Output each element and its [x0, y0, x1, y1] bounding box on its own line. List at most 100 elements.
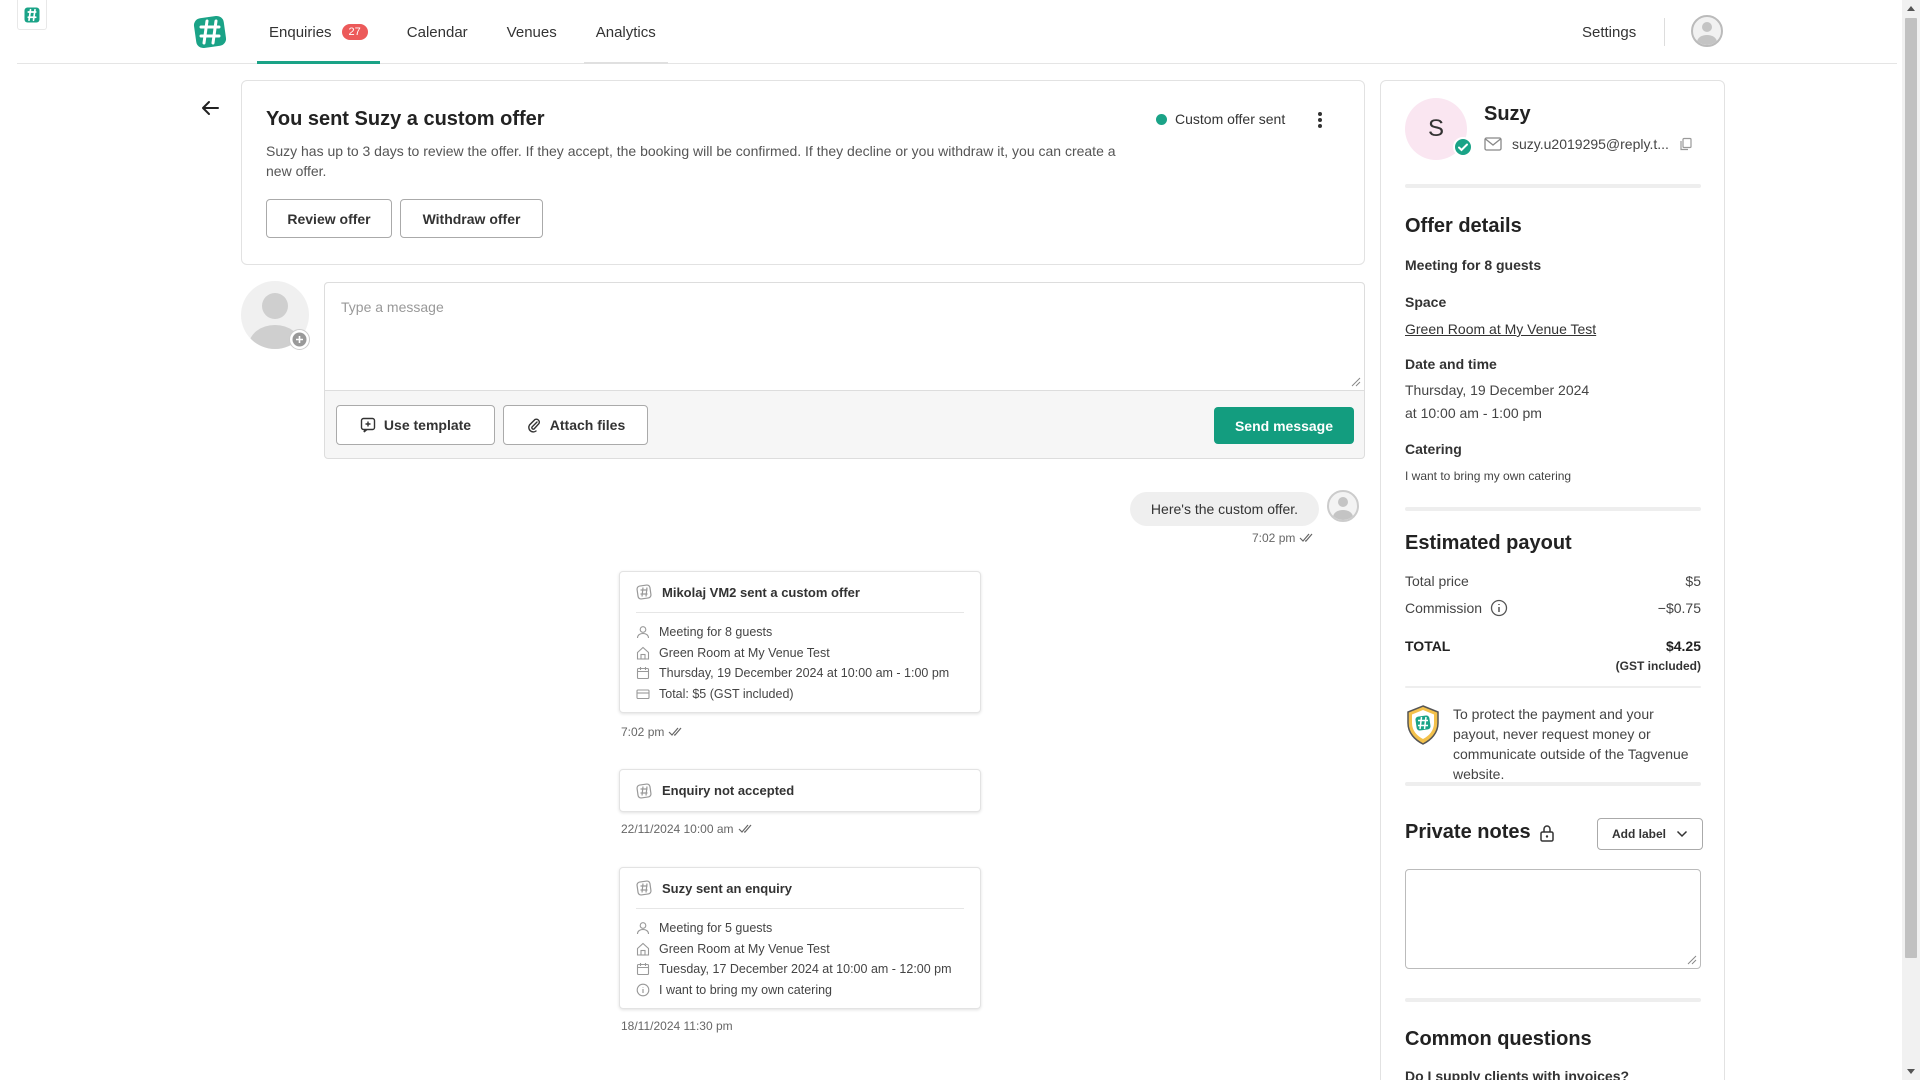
catering-label: Catering: [1405, 441, 1462, 457]
tagvenue-mark-icon: [636, 782, 652, 799]
add-label-text: Add label: [1611, 827, 1666, 841]
message-input[interactable]: Type a message: [325, 283, 1364, 391]
calendar-icon: [636, 667, 650, 680]
venue-icon: [636, 942, 650, 956]
nav-venues-label: Venues: [506, 23, 557, 41]
nav-analytics-label: Analytics: [595, 23, 656, 41]
nav-enquiries-label: Enquiries: [269, 23, 332, 41]
use-template-button[interactable]: Use template: [336, 405, 495, 445]
message-time: 7:02 pm: [1252, 531, 1296, 545]
time-value: at 10:00 am - 1:00 pm: [1405, 405, 1542, 421]
enquiry-not-accepted-card: Enquiry not accepted: [619, 769, 981, 812]
enquiry-card-body: Meeting for 5 guests Green Room at My Ve…: [620, 909, 980, 1008]
divider: [1405, 686, 1701, 688]
double-check-icon: [738, 824, 752, 833]
card-timestamp: 7:02 pm: [621, 725, 684, 739]
total-label: TOTAL: [1405, 638, 1451, 654]
faq-question[interactable]: Do I supply clients with invoices?: [1405, 1068, 1629, 1080]
review-offer-button[interactable]: Review offer: [266, 199, 392, 238]
commission-label-group: Commission: [1405, 599, 1508, 617]
tagvenue-mark-icon: [636, 584, 652, 600]
tagvenue-mark-icon: [636, 880, 652, 896]
card-timestamp: 18/11/2024 11:30 pm: [621, 1019, 733, 1033]
scroll-down-arrow-icon[interactable]: [1907, 1069, 1915, 1074]
card-time: 22/11/2024 10:00 am: [621, 822, 734, 836]
message-timestamp: 7:02 pm: [1252, 531, 1315, 545]
client-name: Suzy: [1484, 103, 1531, 125]
nav-analytics[interactable]: Analytics: [583, 0, 668, 64]
lock-icon: [1539, 824, 1554, 842]
card-timestamp: 22/11/2024 10:00 am: [621, 822, 754, 836]
custom-offer-card-title: Mikolaj VM2 sent a custom offer: [662, 584, 860, 600]
total-row: TOTAL $4.25: [1405, 638, 1701, 654]
enquiry-catering-text: I want to bring my own catering: [659, 982, 832, 997]
mail-icon: [1484, 137, 1502, 151]
attach-files-button[interactable]: Attach files: [503, 405, 648, 445]
list-item: Total: $5 (GST included): [636, 684, 964, 705]
calendar-icon: [636, 963, 650, 976]
copy-icon[interactable]: [1679, 137, 1693, 151]
nav-venues[interactable]: Venues: [495, 0, 569, 64]
commission-row: Commission −$0.75: [1405, 599, 1701, 617]
meeting-summary: Meeting for 8 guests: [1405, 257, 1542, 273]
tagvenue-logo-icon[interactable]: [192, 14, 228, 50]
list-item: I want to bring my own catering: [636, 980, 964, 1001]
offer-status: Custom offer sent: [1156, 111, 1285, 127]
enquiries-count-badge: 27: [341, 24, 368, 40]
offer-total-text: Total: $5 (GST included): [659, 686, 794, 701]
list-item: Thursday, 19 December 2024 at 10:00 am -…: [636, 663, 964, 684]
offer-guests-text: Meeting for 8 guests: [659, 625, 773, 640]
commission-label: Commission: [1405, 600, 1483, 616]
header-separator: [1664, 18, 1665, 46]
offer-status-label: Custom offer sent: [1175, 111, 1286, 127]
card-icon: [636, 689, 650, 699]
divider: [1405, 184, 1701, 188]
nav-enquiries[interactable]: Enquiries 27: [257, 0, 380, 64]
info-icon: [636, 983, 650, 997]
nav-calendar[interactable]: Calendar: [395, 0, 480, 64]
custom-offer-card-body: Meeting for 8 guests Green Room at My Ve…: [620, 613, 980, 712]
paperclip-icon: [527, 418, 540, 433]
main-nav: Enquiries 27 Calendar Venues Analytics: [257, 0, 683, 64]
settings-link[interactable]: Settings: [1582, 24, 1636, 41]
offer-title: You sent Suzy a custom offer: [266, 108, 545, 130]
resize-handle-icon[interactable]: [1351, 377, 1361, 387]
shield-icon: [1405, 704, 1441, 746]
date-value: Thursday, 19 December 2024: [1405, 382, 1590, 398]
nav-calendar-label: Calendar: [406, 23, 468, 41]
chevron-down-icon: [1676, 830, 1688, 838]
resize-handle-icon[interactable]: [1687, 955, 1697, 965]
scrollbar-thumb[interactable]: [1905, 18, 1917, 958]
add-photo-icon[interactable]: [289, 329, 310, 350]
offer-status-card: You sent Suzy a custom offer Suzy has up…: [241, 80, 1365, 265]
venue-icon: [636, 646, 650, 660]
total-value: $4.25: [1665, 638, 1701, 654]
card-time: 7:02 pm: [621, 725, 665, 739]
private-notes-textarea[interactable]: [1405, 869, 1701, 969]
top-header: Enquiries 27 Calendar Venues Analytics S…: [17, 0, 1897, 64]
scroll-up-arrow-icon[interactable]: [1907, 6, 1915, 11]
space-label: Space: [1405, 294, 1447, 310]
user-avatar[interactable]: [1691, 15, 1723, 47]
more-options-icon[interactable]: [1310, 108, 1330, 132]
commission-value: −$0.75: [1657, 600, 1701, 616]
add-label-dropdown[interactable]: Add label: [1597, 818, 1703, 850]
user-avatar-icon: [1333, 497, 1353, 520]
list-item: Meeting for 5 guests: [636, 918, 964, 939]
space-link[interactable]: Green Room at My Venue Test: [1405, 321, 1596, 337]
page-scrollbar[interactable]: [1902, 0, 1920, 1080]
divider: [1405, 998, 1701, 1002]
template-icon: [360, 417, 376, 433]
payment-protection-note: To protect the payment and your payout, …: [1453, 706, 1689, 782]
info-icon[interactable]: [1490, 599, 1508, 617]
divider: [1405, 507, 1701, 511]
withdraw-offer-button[interactable]: Withdraw offer: [400, 199, 543, 238]
enquiry-guests-text: Meeting for 5 guests: [659, 921, 773, 936]
enquiry-card: Suzy sent an enquiry Meeting for 5 guest…: [619, 867, 981, 1009]
estimated-payout-heading: Estimated payout: [1405, 532, 1572, 554]
send-message-button[interactable]: Send message: [1214, 407, 1354, 444]
back-arrow-icon[interactable]: [198, 96, 222, 120]
message-composer: Type a message Use template Attach files…: [324, 282, 1365, 459]
double-check-icon: [668, 727, 682, 736]
message-input-placeholder: Type a message: [341, 299, 444, 315]
